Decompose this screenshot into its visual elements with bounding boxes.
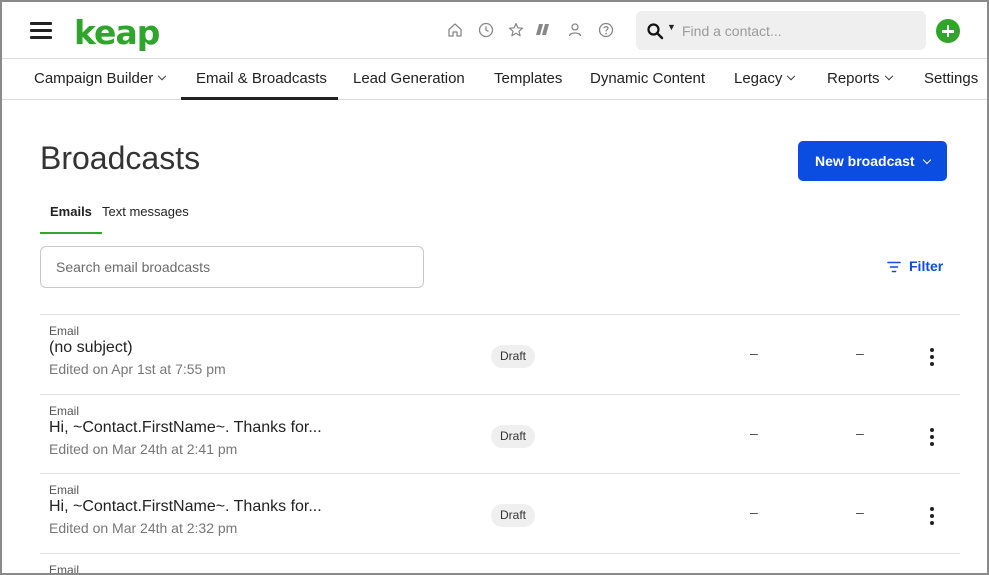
status-badge: Draft bbox=[491, 425, 536, 448]
nav-label: Settings bbox=[924, 70, 979, 87]
contact-search-input[interactable] bbox=[682, 11, 912, 50]
nav-reports[interactable]: Reports bbox=[827, 59, 893, 100]
broadcast-row[interactable]: Email Hi, ~Contact.FirstName~. Thanks fo… bbox=[40, 473, 960, 553]
filter-icon bbox=[887, 261, 901, 273]
page-title: Broadcasts bbox=[40, 140, 201, 176]
nav-campaign-builder[interactable]: Campaign Builder bbox=[34, 59, 167, 100]
broadcast-row[interactable]: Email bbox=[40, 553, 960, 575]
broadcast-subject[interactable]: Hi, ~Contact.FirstName~. Thanks for... bbox=[49, 419, 322, 437]
broadcast-stat-2: – bbox=[856, 504, 864, 520]
top-header: keap ▼ bbox=[2, 2, 987, 59]
more-options-icon[interactable] bbox=[924, 507, 940, 527]
broadcast-edited: Edited on Apr 1st at 7:55 pm bbox=[49, 361, 226, 377]
new-broadcast-label: New broadcast bbox=[815, 153, 915, 169]
nav-dynamic-content[interactable]: Dynamic Content bbox=[590, 59, 705, 100]
nav-label: Legacy bbox=[734, 70, 783, 87]
nav-legacy[interactable]: Legacy bbox=[734, 59, 796, 100]
nav-label: Lead Generation bbox=[353, 70, 465, 87]
search-scope-dropdown-icon[interactable]: ▼ bbox=[667, 22, 676, 32]
broadcast-search[interactable] bbox=[40, 246, 424, 288]
nav-settings[interactable]: Settings bbox=[924, 59, 978, 100]
search-icon[interactable] bbox=[646, 22, 664, 40]
nav-label: Reports bbox=[827, 70, 880, 87]
broadcast-type: Email bbox=[49, 404, 80, 418]
nav-email-broadcasts[interactable]: Email & Broadcasts bbox=[181, 59, 338, 100]
tab-text-messages[interactable]: Text messages bbox=[102, 198, 189, 234]
main-nav: Campaign Builder Email & Broadcasts Lead… bbox=[2, 59, 987, 100]
help-icon[interactable] bbox=[597, 21, 615, 39]
quick-add-button[interactable] bbox=[936, 19, 960, 43]
broadcast-stat-1: – bbox=[750, 425, 758, 441]
broadcast-type: Email bbox=[49, 324, 80, 338]
broadcast-stat-1: – bbox=[750, 504, 758, 520]
nav-templates[interactable]: Templates bbox=[494, 59, 562, 100]
app-window: keap ▼ Campaign Builder Email & Broadcas… bbox=[0, 0, 989, 575]
nav-label: Dynamic Content bbox=[590, 70, 706, 87]
contact-search[interactable]: ▼ bbox=[636, 11, 926, 50]
more-options-icon[interactable] bbox=[924, 428, 940, 448]
broadcast-edited: Edited on Mar 24th at 2:41 pm bbox=[49, 441, 238, 457]
more-options-icon[interactable] bbox=[924, 348, 940, 368]
broadcast-stat-2: – bbox=[856, 425, 864, 441]
chevron-down-icon bbox=[922, 155, 932, 165]
nav-label: Email & Broadcasts bbox=[196, 70, 327, 87]
history-icon[interactable] bbox=[477, 21, 495, 39]
keap-logo[interactable]: keap bbox=[74, 13, 160, 52]
nav-label: Campaign Builder bbox=[34, 70, 154, 87]
star-icon[interactable] bbox=[507, 21, 525, 39]
contact-icon[interactable] bbox=[566, 21, 584, 39]
filter-label: Filter bbox=[909, 258, 944, 274]
broadcast-type: Email bbox=[49, 483, 80, 497]
broadcast-subject[interactable]: Hi, ~Contact.FirstName~. Thanks for... bbox=[49, 498, 322, 516]
status-badge: Draft bbox=[491, 345, 536, 368]
broadcast-type: Email bbox=[49, 563, 80, 575]
tab-emails[interactable]: Emails bbox=[40, 198, 102, 234]
home-icon[interactable] bbox=[446, 21, 464, 39]
chevron-down-icon bbox=[787, 71, 796, 81]
broadcast-subject[interactable]: (no subject) bbox=[49, 339, 133, 357]
new-broadcast-button[interactable]: New broadcast bbox=[798, 141, 947, 181]
chevron-down-icon bbox=[884, 71, 893, 81]
chevron-down-icon bbox=[157, 71, 167, 81]
nav-label: Templates bbox=[494, 70, 563, 87]
broadcast-row[interactable]: Email (no subject) Edited on Apr 1st at … bbox=[40, 314, 960, 394]
broadcast-edited: Edited on Mar 24th at 2:32 pm bbox=[49, 520, 238, 536]
broadcast-stat-1: – bbox=[750, 345, 758, 361]
menu-icon[interactable] bbox=[30, 22, 52, 39]
broadcast-search-input[interactable] bbox=[41, 247, 423, 287]
tags-icon[interactable] bbox=[535, 21, 553, 39]
nav-lead-generation[interactable]: Lead Generation bbox=[353, 59, 465, 100]
status-badge: Draft bbox=[491, 504, 536, 527]
broadcast-row[interactable]: Email Hi, ~Contact.FirstName~. Thanks fo… bbox=[40, 394, 960, 473]
broadcast-stat-2: – bbox=[856, 345, 864, 361]
